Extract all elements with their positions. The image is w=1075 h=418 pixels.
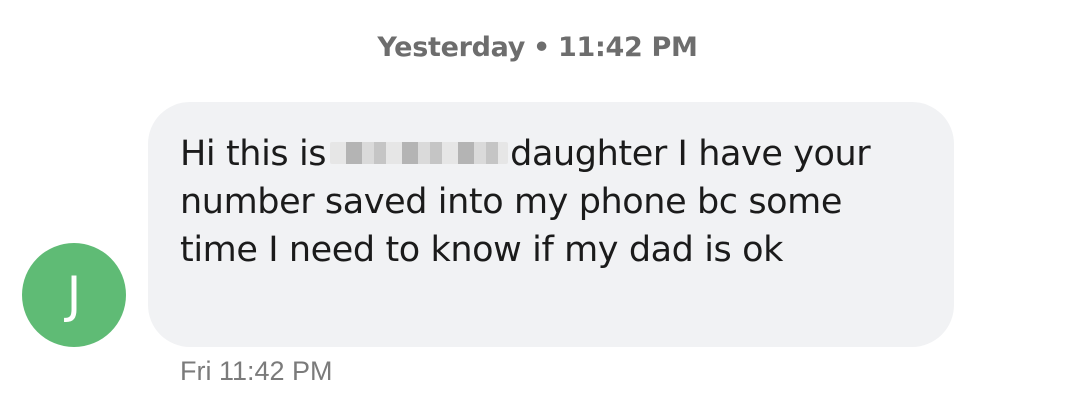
message-text-before: Hi this is	[180, 134, 327, 174]
date-header: Yesterday • 11:42 PM	[0, 30, 1075, 66]
redacted-name	[330, 142, 509, 164]
avatar-initial: J	[66, 266, 82, 324]
avatar[interactable]: J	[22, 243, 126, 347]
message-text: Hi this is daughter I have your number sa…	[180, 130, 924, 274]
date-header-separator: •	[533, 32, 550, 63]
message-bubble[interactable]: Hi this is daughter I have your number sa…	[148, 102, 954, 347]
message-thread: Yesterday • 11:42 PM J Hi this is daughter …	[0, 0, 1075, 418]
date-header-time: 11:42 PM	[557, 32, 698, 63]
date-header-day: Yesterday	[377, 32, 526, 63]
message-timestamp: Fri 11:42 PM	[180, 356, 333, 386]
